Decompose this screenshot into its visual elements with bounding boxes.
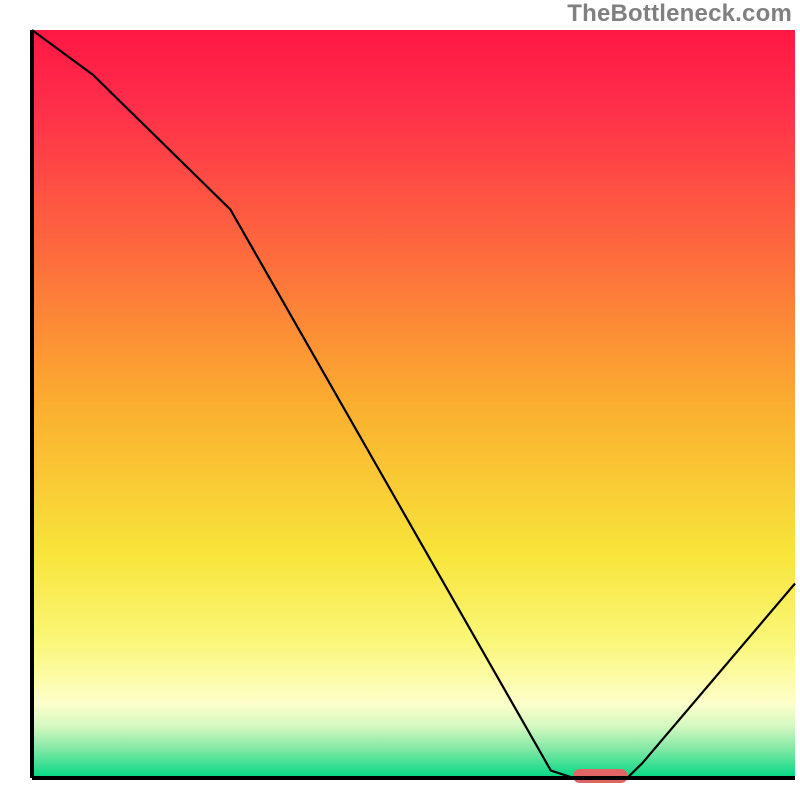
gradient-background (32, 30, 795, 778)
watermark-text: TheBottleneck.com (567, 0, 792, 28)
chart-container: TheBottleneck.com (0, 0, 800, 800)
bottleneck-chart (0, 0, 800, 800)
